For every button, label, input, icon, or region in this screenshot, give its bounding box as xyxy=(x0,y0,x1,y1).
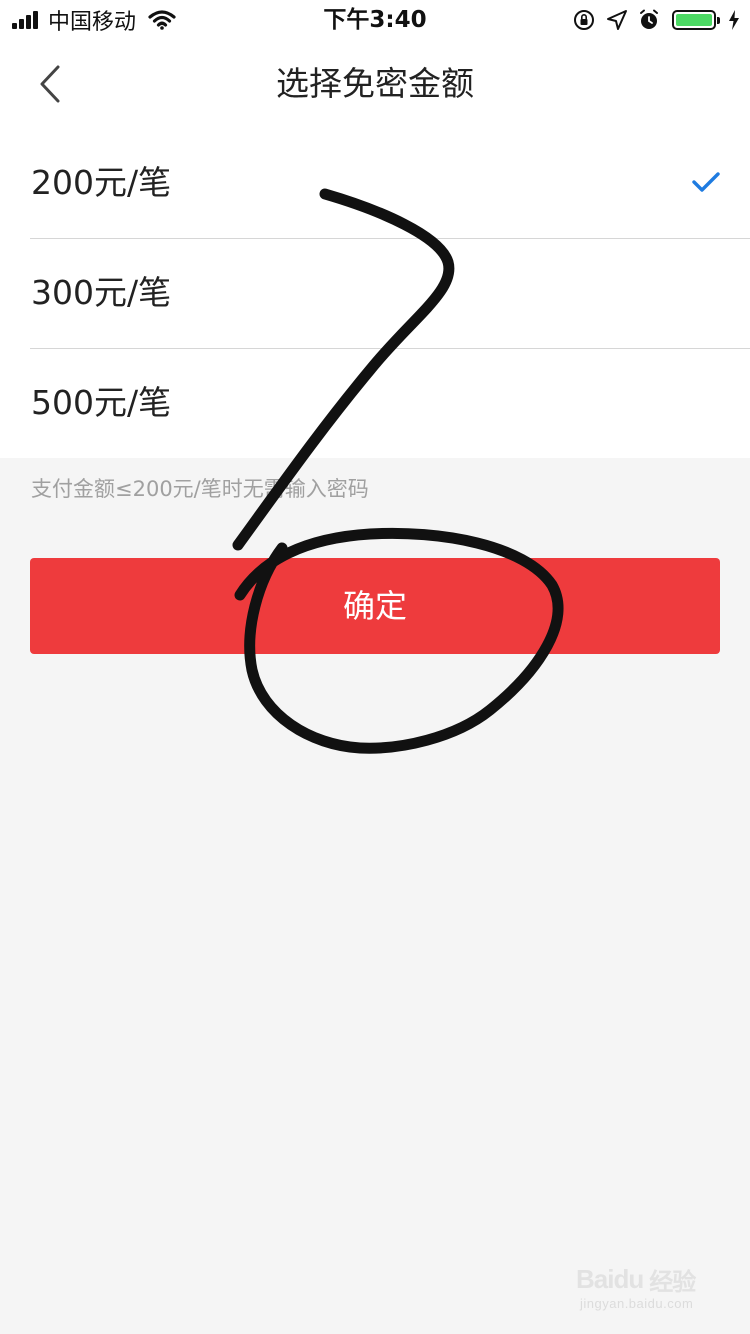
page-title: 选择免密金额 xyxy=(276,64,474,103)
confirm-button[interactable]: 确定 xyxy=(30,558,720,654)
location-arrow-icon xyxy=(607,10,627,30)
amount-options-list: 200元/笔 300元/笔 500元/笔 xyxy=(0,128,750,458)
option-label: 300元/笔 xyxy=(31,273,172,312)
rotation-lock-icon xyxy=(574,10,594,30)
watermark-logo-cn: 经验 xyxy=(649,1268,696,1296)
watermark-logo-text: Baidu xyxy=(576,1264,644,1294)
option-300[interactable]: 300元/笔 xyxy=(0,238,750,348)
baidu-jingyan-watermark: Baidu 经验 jingyan.baidu.com xyxy=(568,1262,718,1322)
hint-text: 支付金额≤200元/笔时无需输入密码 xyxy=(31,477,369,501)
battery-level-fill xyxy=(676,14,712,26)
chevron-left-icon xyxy=(40,65,60,103)
option-label: 500元/笔 xyxy=(31,383,172,422)
alarm-icon xyxy=(640,9,658,29)
checkmark-icon xyxy=(692,172,720,192)
status-bar: 中国移动 下午3:40 xyxy=(0,0,750,40)
battery-icon xyxy=(672,10,720,30)
charging-bolt-icon xyxy=(729,10,739,30)
watermark-logo: Baidu 经验 xyxy=(576,1262,696,1297)
option-200[interactable]: 200元/笔 xyxy=(0,128,750,238)
option-500[interactable]: 500元/笔 xyxy=(0,348,750,458)
option-label: 200元/笔 xyxy=(31,163,172,202)
watermark-url: jingyan.baidu.com xyxy=(580,1296,694,1311)
nav-bar: 选择免密金额 xyxy=(0,40,750,128)
status-right xyxy=(562,6,740,34)
back-button[interactable] xyxy=(28,60,72,108)
